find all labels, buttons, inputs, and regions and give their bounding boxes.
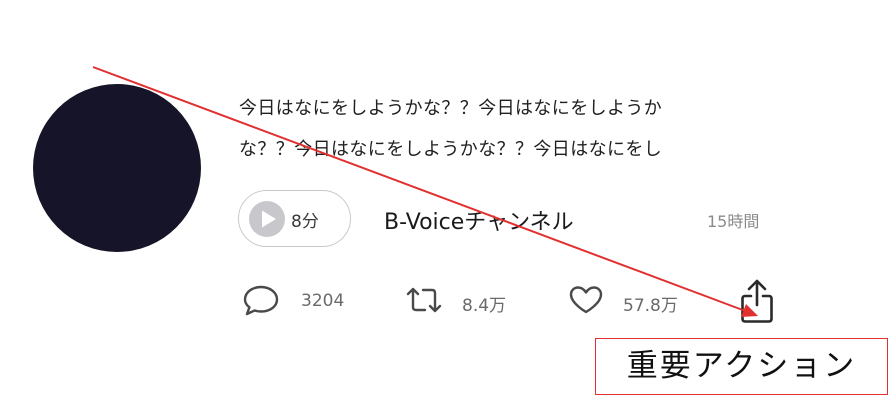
- share-button[interactable]: [737, 276, 777, 326]
- audio-play-button[interactable]: 8分: [238, 190, 351, 247]
- repost-button[interactable]: 8.4万: [404, 282, 519, 318]
- like-button[interactable]: 57.8万: [566, 282, 696, 318]
- channel-name-link[interactable]: B-Voiceチャンネル: [384, 204, 574, 236]
- share-icon: [737, 279, 777, 330]
- post-text-line-1: 今日はなにをしようかな？？今日はなにをしようか: [239, 98, 663, 119]
- comment-button[interactable]: 3204: [241, 282, 361, 318]
- repost-count: 8.4万: [462, 296, 507, 316]
- audio-duration: 8分: [291, 212, 319, 232]
- like-count: 57.8万: [623, 296, 678, 316]
- annotation-callout: 重要アクション: [595, 338, 888, 395]
- play-icon: [249, 201, 285, 237]
- post-time-ago: 15時間: [707, 212, 760, 231]
- avatar[interactable]: [33, 84, 201, 252]
- post-text-line-2: な？？今日はなにをしようかな？？今日はなにをし: [239, 139, 663, 160]
- annotation-label: 重要アクション: [626, 348, 857, 384]
- comment-count: 3204: [301, 291, 345, 311]
- post-text: 今日はなにをしようかな？？今日はなにをしようか な？？今日はなにをしようかな？？…: [239, 88, 779, 170]
